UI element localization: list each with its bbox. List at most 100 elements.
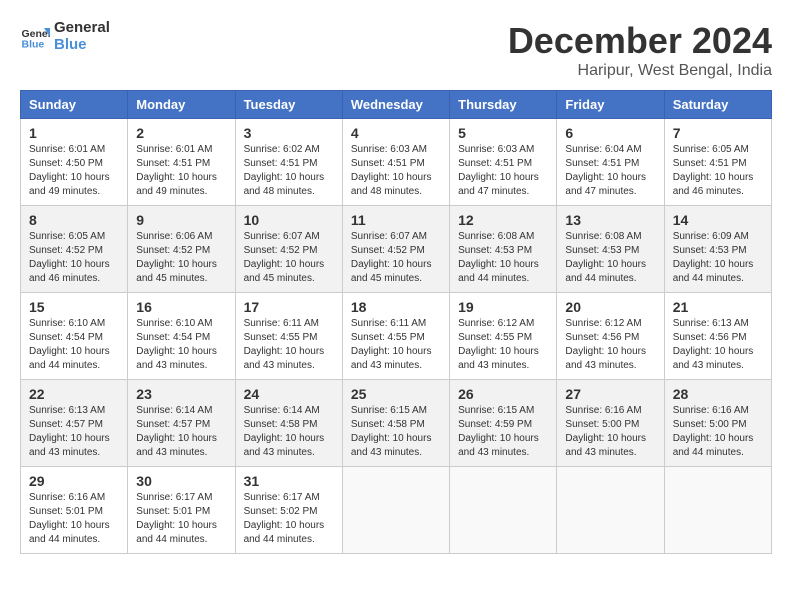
logo-icon: General Blue	[20, 22, 50, 52]
calendar-cell: 16 Sunrise: 6:10 AM Sunset: 4:54 PM Dayl…	[128, 293, 235, 380]
header-monday: Monday	[128, 91, 235, 119]
day-number: 1	[29, 125, 119, 141]
day-info: Sunrise: 6:11 AM Sunset: 4:55 PM Dayligh…	[244, 317, 334, 373]
day-number: 23	[136, 386, 226, 402]
calendar-cell: 6 Sunrise: 6:04 AM Sunset: 4:51 PM Dayli…	[557, 119, 664, 206]
calendar-cell: 3 Sunrise: 6:02 AM Sunset: 4:51 PM Dayli…	[235, 119, 342, 206]
logo: General Blue General Blue	[20, 20, 110, 53]
calendar-week-4: 22 Sunrise: 6:13 AM Sunset: 4:57 PM Dayl…	[21, 380, 772, 467]
day-number: 28	[673, 386, 763, 402]
day-number: 10	[244, 212, 334, 228]
day-info: Sunrise: 6:08 AM Sunset: 4:53 PM Dayligh…	[565, 230, 655, 286]
calendar-cell: 18 Sunrise: 6:11 AM Sunset: 4:55 PM Dayl…	[342, 293, 449, 380]
calendar-cell: 4 Sunrise: 6:03 AM Sunset: 4:51 PM Dayli…	[342, 119, 449, 206]
day-info: Sunrise: 6:06 AM Sunset: 4:52 PM Dayligh…	[136, 230, 226, 286]
calendar-cell: 5 Sunrise: 6:03 AM Sunset: 4:51 PM Dayli…	[450, 119, 557, 206]
header-saturday: Saturday	[664, 91, 771, 119]
calendar-cell: 30 Sunrise: 6:17 AM Sunset: 5:01 PM Dayl…	[128, 467, 235, 554]
day-number: 6	[565, 125, 655, 141]
calendar-cell: 13 Sunrise: 6:08 AM Sunset: 4:53 PM Dayl…	[557, 206, 664, 293]
day-info: Sunrise: 6:15 AM Sunset: 4:58 PM Dayligh…	[351, 404, 441, 460]
page-header: General Blue General Blue December 2024 …	[20, 20, 772, 80]
calendar-cell: 11 Sunrise: 6:07 AM Sunset: 4:52 PM Dayl…	[342, 206, 449, 293]
header-thursday: Thursday	[450, 91, 557, 119]
calendar-cell: 1 Sunrise: 6:01 AM Sunset: 4:50 PM Dayli…	[21, 119, 128, 206]
day-info: Sunrise: 6:12 AM Sunset: 4:55 PM Dayligh…	[458, 317, 548, 373]
calendar-cell: 31 Sunrise: 6:17 AM Sunset: 5:02 PM Dayl…	[235, 467, 342, 554]
calendar-cell: 12 Sunrise: 6:08 AM Sunset: 4:53 PM Dayl…	[450, 206, 557, 293]
day-info: Sunrise: 6:13 AM Sunset: 4:57 PM Dayligh…	[29, 404, 119, 460]
day-info: Sunrise: 6:10 AM Sunset: 4:54 PM Dayligh…	[136, 317, 226, 373]
day-number: 21	[673, 299, 763, 315]
day-number: 18	[351, 299, 441, 315]
logo-line2: Blue	[54, 37, 110, 54]
calendar-cell	[664, 467, 771, 554]
day-number: 4	[351, 125, 441, 141]
header-friday: Friday	[557, 91, 664, 119]
day-number: 22	[29, 386, 119, 402]
calendar-subtitle: Haripur, West Bengal, India	[508, 62, 772, 80]
day-number: 24	[244, 386, 334, 402]
calendar-cell: 23 Sunrise: 6:14 AM Sunset: 4:57 PM Dayl…	[128, 380, 235, 467]
day-info: Sunrise: 6:01 AM Sunset: 4:51 PM Dayligh…	[136, 143, 226, 199]
calendar-cell	[557, 467, 664, 554]
calendar-week-2: 8 Sunrise: 6:05 AM Sunset: 4:52 PM Dayli…	[21, 206, 772, 293]
logo-line1: General	[54, 20, 110, 37]
calendar-cell	[342, 467, 449, 554]
calendar-week-5: 29 Sunrise: 6:16 AM Sunset: 5:01 PM Dayl…	[21, 467, 772, 554]
calendar-cell: 10 Sunrise: 6:07 AM Sunset: 4:52 PM Dayl…	[235, 206, 342, 293]
calendar-cell: 21 Sunrise: 6:13 AM Sunset: 4:56 PM Dayl…	[664, 293, 771, 380]
calendar-cell: 17 Sunrise: 6:11 AM Sunset: 4:55 PM Dayl…	[235, 293, 342, 380]
calendar-cell: 7 Sunrise: 6:05 AM Sunset: 4:51 PM Dayli…	[664, 119, 771, 206]
calendar-week-1: 1 Sunrise: 6:01 AM Sunset: 4:50 PM Dayli…	[21, 119, 772, 206]
day-info: Sunrise: 6:11 AM Sunset: 4:55 PM Dayligh…	[351, 317, 441, 373]
calendar-cell: 24 Sunrise: 6:14 AM Sunset: 4:58 PM Dayl…	[235, 380, 342, 467]
calendar-cell: 8 Sunrise: 6:05 AM Sunset: 4:52 PM Dayli…	[21, 206, 128, 293]
day-info: Sunrise: 6:05 AM Sunset: 4:52 PM Dayligh…	[29, 230, 119, 286]
day-info: Sunrise: 6:17 AM Sunset: 5:02 PM Dayligh…	[244, 491, 334, 547]
calendar-cell: 20 Sunrise: 6:12 AM Sunset: 4:56 PM Dayl…	[557, 293, 664, 380]
day-number: 14	[673, 212, 763, 228]
day-info: Sunrise: 6:16 AM Sunset: 5:00 PM Dayligh…	[673, 404, 763, 460]
day-info: Sunrise: 6:03 AM Sunset: 4:51 PM Dayligh…	[351, 143, 441, 199]
header-wednesday: Wednesday	[342, 91, 449, 119]
title-area: December 2024 Haripur, West Bengal, Indi…	[508, 20, 772, 80]
calendar-cell	[450, 467, 557, 554]
day-number: 9	[136, 212, 226, 228]
day-number: 17	[244, 299, 334, 315]
day-number: 8	[29, 212, 119, 228]
day-info: Sunrise: 6:08 AM Sunset: 4:53 PM Dayligh…	[458, 230, 548, 286]
calendar-title: December 2024	[508, 20, 772, 62]
day-number: 19	[458, 299, 548, 315]
day-number: 25	[351, 386, 441, 402]
day-info: Sunrise: 6:04 AM Sunset: 4:51 PM Dayligh…	[565, 143, 655, 199]
day-number: 15	[29, 299, 119, 315]
day-info: Sunrise: 6:01 AM Sunset: 4:50 PM Dayligh…	[29, 143, 119, 199]
calendar-cell: 25 Sunrise: 6:15 AM Sunset: 4:58 PM Dayl…	[342, 380, 449, 467]
calendar-cell: 14 Sunrise: 6:09 AM Sunset: 4:53 PM Dayl…	[664, 206, 771, 293]
day-info: Sunrise: 6:14 AM Sunset: 4:58 PM Dayligh…	[244, 404, 334, 460]
day-number: 13	[565, 212, 655, 228]
day-number: 20	[565, 299, 655, 315]
calendar-cell: 15 Sunrise: 6:10 AM Sunset: 4:54 PM Dayl…	[21, 293, 128, 380]
day-number: 11	[351, 212, 441, 228]
day-number: 5	[458, 125, 548, 141]
day-number: 2	[136, 125, 226, 141]
day-info: Sunrise: 6:12 AM Sunset: 4:56 PM Dayligh…	[565, 317, 655, 373]
calendar-cell: 29 Sunrise: 6:16 AM Sunset: 5:01 PM Dayl…	[21, 467, 128, 554]
calendar-table: SundayMondayTuesdayWednesdayThursdayFrid…	[20, 90, 772, 554]
day-number: 12	[458, 212, 548, 228]
day-info: Sunrise: 6:05 AM Sunset: 4:51 PM Dayligh…	[673, 143, 763, 199]
header-sunday: Sunday	[21, 91, 128, 119]
calendar-cell: 9 Sunrise: 6:06 AM Sunset: 4:52 PM Dayli…	[128, 206, 235, 293]
header-tuesday: Tuesday	[235, 91, 342, 119]
day-info: Sunrise: 6:13 AM Sunset: 4:56 PM Dayligh…	[673, 317, 763, 373]
day-number: 3	[244, 125, 334, 141]
day-info: Sunrise: 6:07 AM Sunset: 4:52 PM Dayligh…	[244, 230, 334, 286]
day-info: Sunrise: 6:16 AM Sunset: 5:01 PM Dayligh…	[29, 491, 119, 547]
day-number: 27	[565, 386, 655, 402]
day-info: Sunrise: 6:14 AM Sunset: 4:57 PM Dayligh…	[136, 404, 226, 460]
day-info: Sunrise: 6:03 AM Sunset: 4:51 PM Dayligh…	[458, 143, 548, 199]
day-info: Sunrise: 6:15 AM Sunset: 4:59 PM Dayligh…	[458, 404, 548, 460]
calendar-body: 1 Sunrise: 6:01 AM Sunset: 4:50 PM Dayli…	[21, 119, 772, 554]
